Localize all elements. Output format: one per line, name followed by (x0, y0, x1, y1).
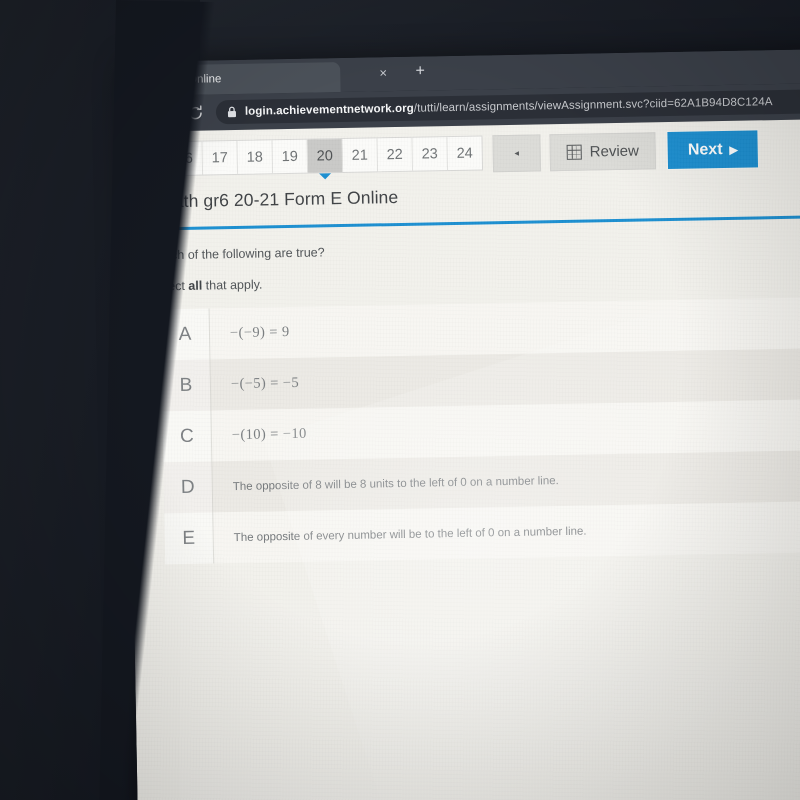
review-button[interactable]: Review (549, 132, 657, 172)
previous-button[interactable]: ◂ (492, 134, 542, 173)
pager-item-20-active[interactable]: 20 (307, 139, 344, 173)
pager-item-19[interactable]: 19 (272, 139, 309, 174)
option-text-b: −(−5) = −5 (230, 374, 300, 393)
photo-of-screen: ANet Online × + login.achievementnetwork… (0, 0, 800, 800)
pager-item-18[interactable]: 18 (237, 140, 274, 174)
arrow-right-icon: ▸ (729, 141, 738, 159)
option-body-d: The opposite of 8 will be 8 units to the… (212, 455, 559, 512)
pager-item-23[interactable]: 23 (412, 137, 449, 171)
review-button-label: Review (589, 142, 640, 161)
option-text-e: The opposite of every number will be to … (233, 525, 587, 544)
pager-item-21[interactable]: 21 (342, 138, 379, 173)
url-bar[interactable]: login.achievementnetwork.org/tutti/learn… (215, 89, 800, 125)
url-path: /tutti/learn/assignments/viewAssignment.… (413, 96, 773, 115)
option-body-e: The opposite of every number will be to … (213, 506, 587, 564)
url-domain: login.achievementnetwork.org (244, 102, 414, 118)
question-instruction: Select all that apply. (150, 267, 800, 294)
option-text-a: −(−9) = 9 (229, 324, 290, 342)
pager-item-24[interactable]: 24 (447, 136, 482, 170)
option-text-d: The opposite of 8 will be 8 units to the… (232, 474, 559, 493)
next-button[interactable]: Next ▸ (667, 130, 758, 170)
next-button-label: Next (687, 140, 723, 159)
monitor-bezel-edge (99, 0, 236, 800)
new-tab-icon[interactable]: + (412, 62, 428, 79)
option-text-c: −(10) = −10 (231, 425, 307, 444)
url-text: login.achievementnetwork.org/tutti/learn… (245, 96, 773, 118)
answer-options-list: A −(−9) = 9 B −(−5) = −5 C (160, 297, 800, 565)
close-icon[interactable]: × (376, 65, 390, 80)
assignment-title: A2 Math gr6 20-21 Form E Online (132, 186, 399, 212)
answer-option-e[interactable]: E The opposite of every number will be t… (164, 501, 800, 565)
grid-icon (566, 144, 582, 160)
pager-item-22[interactable]: 22 (377, 137, 414, 172)
question-prompt: Which of the following are true? (149, 245, 325, 263)
